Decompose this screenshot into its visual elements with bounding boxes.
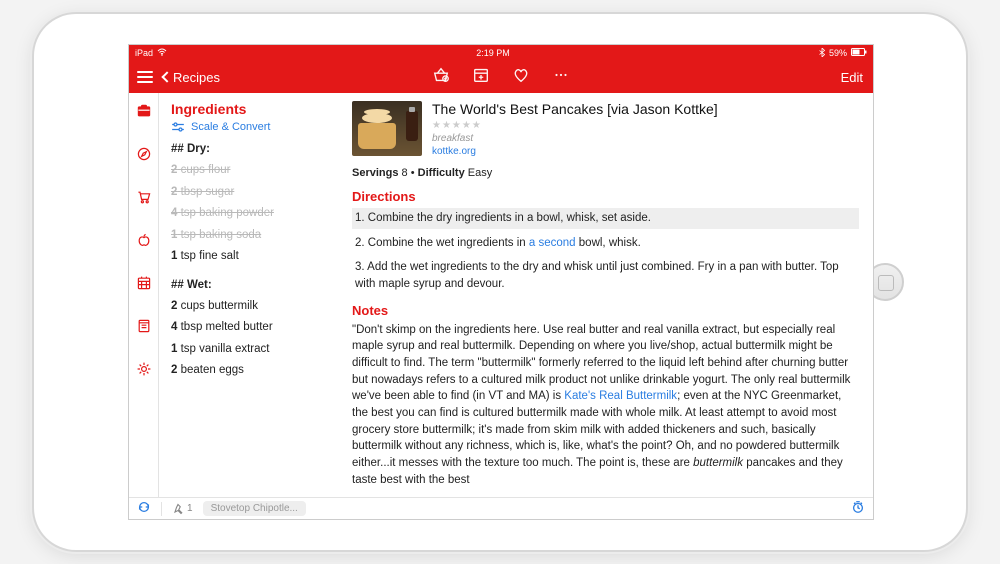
ingredient-line[interactable]: 1 tsp vanilla extract — [171, 342, 334, 358]
ios-status-bar: iPad 2:19 PM 59% — [129, 45, 873, 61]
rating-stars[interactable]: ★★★★★ — [432, 120, 859, 131]
ipad-frame: iPad 2:19 PM 59% — [34, 14, 966, 550]
directions-header: Directions — [352, 189, 859, 204]
back-button[interactable]: Recipes — [163, 70, 220, 85]
recipe-detail-column: The World's Best Pancakes [via Jason Kot… — [344, 93, 873, 497]
ingredients-column: Ingredients Scale & Convert ## Dry: 2 cu… — [159, 93, 344, 497]
basket-add-icon[interactable] — [432, 66, 450, 89]
screen: iPad 2:19 PM 59% — [128, 44, 874, 520]
ingredient-line[interactable]: 2 tbsp sugar — [171, 185, 334, 201]
scale-convert-button[interactable]: Scale & Convert — [171, 121, 334, 133]
apple-icon[interactable] — [136, 232, 152, 253]
back-label: Recipes — [173, 70, 220, 85]
ingredient-line[interactable]: 4 tbsp melted butter — [171, 320, 334, 336]
scale-label: Scale & Convert — [191, 121, 270, 133]
clock: 2:19 PM — [476, 48, 510, 58]
calendar-icon[interactable] — [136, 275, 152, 296]
cart-icon[interactable] — [136, 189, 152, 210]
wifi-icon — [157, 48, 167, 58]
sidebar — [129, 93, 159, 497]
browser-icon[interactable] — [136, 146, 152, 167]
footer-bar: 1 Stovetop Chipotle... — [129, 497, 873, 519]
recipe-title: The World's Best Pancakes [via Jason Kot… — [432, 101, 859, 117]
sync-icon[interactable] — [137, 500, 151, 517]
ingredient-group-header: ## Wet: — [171, 279, 334, 291]
ingredients-header: Ingredients — [171, 101, 334, 117]
battery-percent: 59% — [829, 48, 847, 58]
app-navbar: Recipes Edit — [129, 61, 873, 93]
heart-icon[interactable] — [512, 66, 530, 89]
direction-step[interactable]: 3. Add the wet ingredients to the dry an… — [352, 257, 859, 294]
recipe-photo[interactable] — [352, 101, 422, 156]
ingredient-line[interactable]: 2 cups flour — [171, 163, 334, 179]
gear-icon[interactable] — [136, 361, 152, 382]
direction-link[interactable]: a second — [529, 237, 576, 249]
ingredient-line[interactable]: 1 tsp fine salt — [171, 249, 334, 265]
book-icon[interactable] — [136, 318, 152, 339]
battery-icon — [851, 48, 867, 58]
recipe-source-link[interactable]: kottke.org — [432, 146, 859, 157]
ingredient-line[interactable]: 2 cups buttermilk — [171, 299, 334, 315]
bluetooth-icon — [819, 48, 825, 59]
ingredient-group-header: ## Dry: — [171, 143, 334, 155]
chevron-left-icon — [161, 71, 172, 82]
direction-step[interactable]: 1. Combine the dry ingredients in a bowl… — [352, 208, 859, 229]
notes-body: "Don't skimp on the ingredients here. Us… — [352, 322, 859, 489]
sliders-icon — [171, 122, 185, 132]
notes-header: Notes — [352, 303, 859, 318]
ingredient-line[interactable]: 2 beaten eggs — [171, 363, 334, 379]
pinned-recipe-chip[interactable]: Stovetop Chipotle... — [203, 501, 306, 516]
ingredient-line[interactable]: 4 tsp baking powder — [171, 206, 334, 222]
carrier-label: iPad — [135, 48, 153, 58]
timer-icon[interactable] — [851, 500, 865, 517]
ingredient-line[interactable]: 1 tsp baking soda — [171, 228, 334, 244]
recipe-box-icon[interactable] — [136, 103, 152, 124]
recipe-categories: breakfast — [432, 133, 859, 144]
recipe-header: The World's Best Pancakes [via Jason Kot… — [352, 101, 859, 157]
recipe-meta: Servings 8 • Difficulty Easy — [352, 167, 859, 179]
more-icon[interactable] — [552, 66, 570, 89]
content-body: Ingredients Scale & Convert ## Dry: 2 cu… — [129, 93, 873, 497]
notes-link[interactable]: Kate's Real Buttermilk — [564, 390, 677, 402]
direction-step[interactable]: 2. Combine the wet ingredients in a seco… — [352, 233, 859, 254]
calendar-add-icon[interactable] — [472, 66, 490, 89]
edit-button[interactable]: Edit — [841, 70, 863, 85]
divider — [161, 502, 162, 516]
pin-icon[interactable]: 1 — [172, 503, 193, 515]
menu-icon[interactable] — [137, 71, 153, 83]
